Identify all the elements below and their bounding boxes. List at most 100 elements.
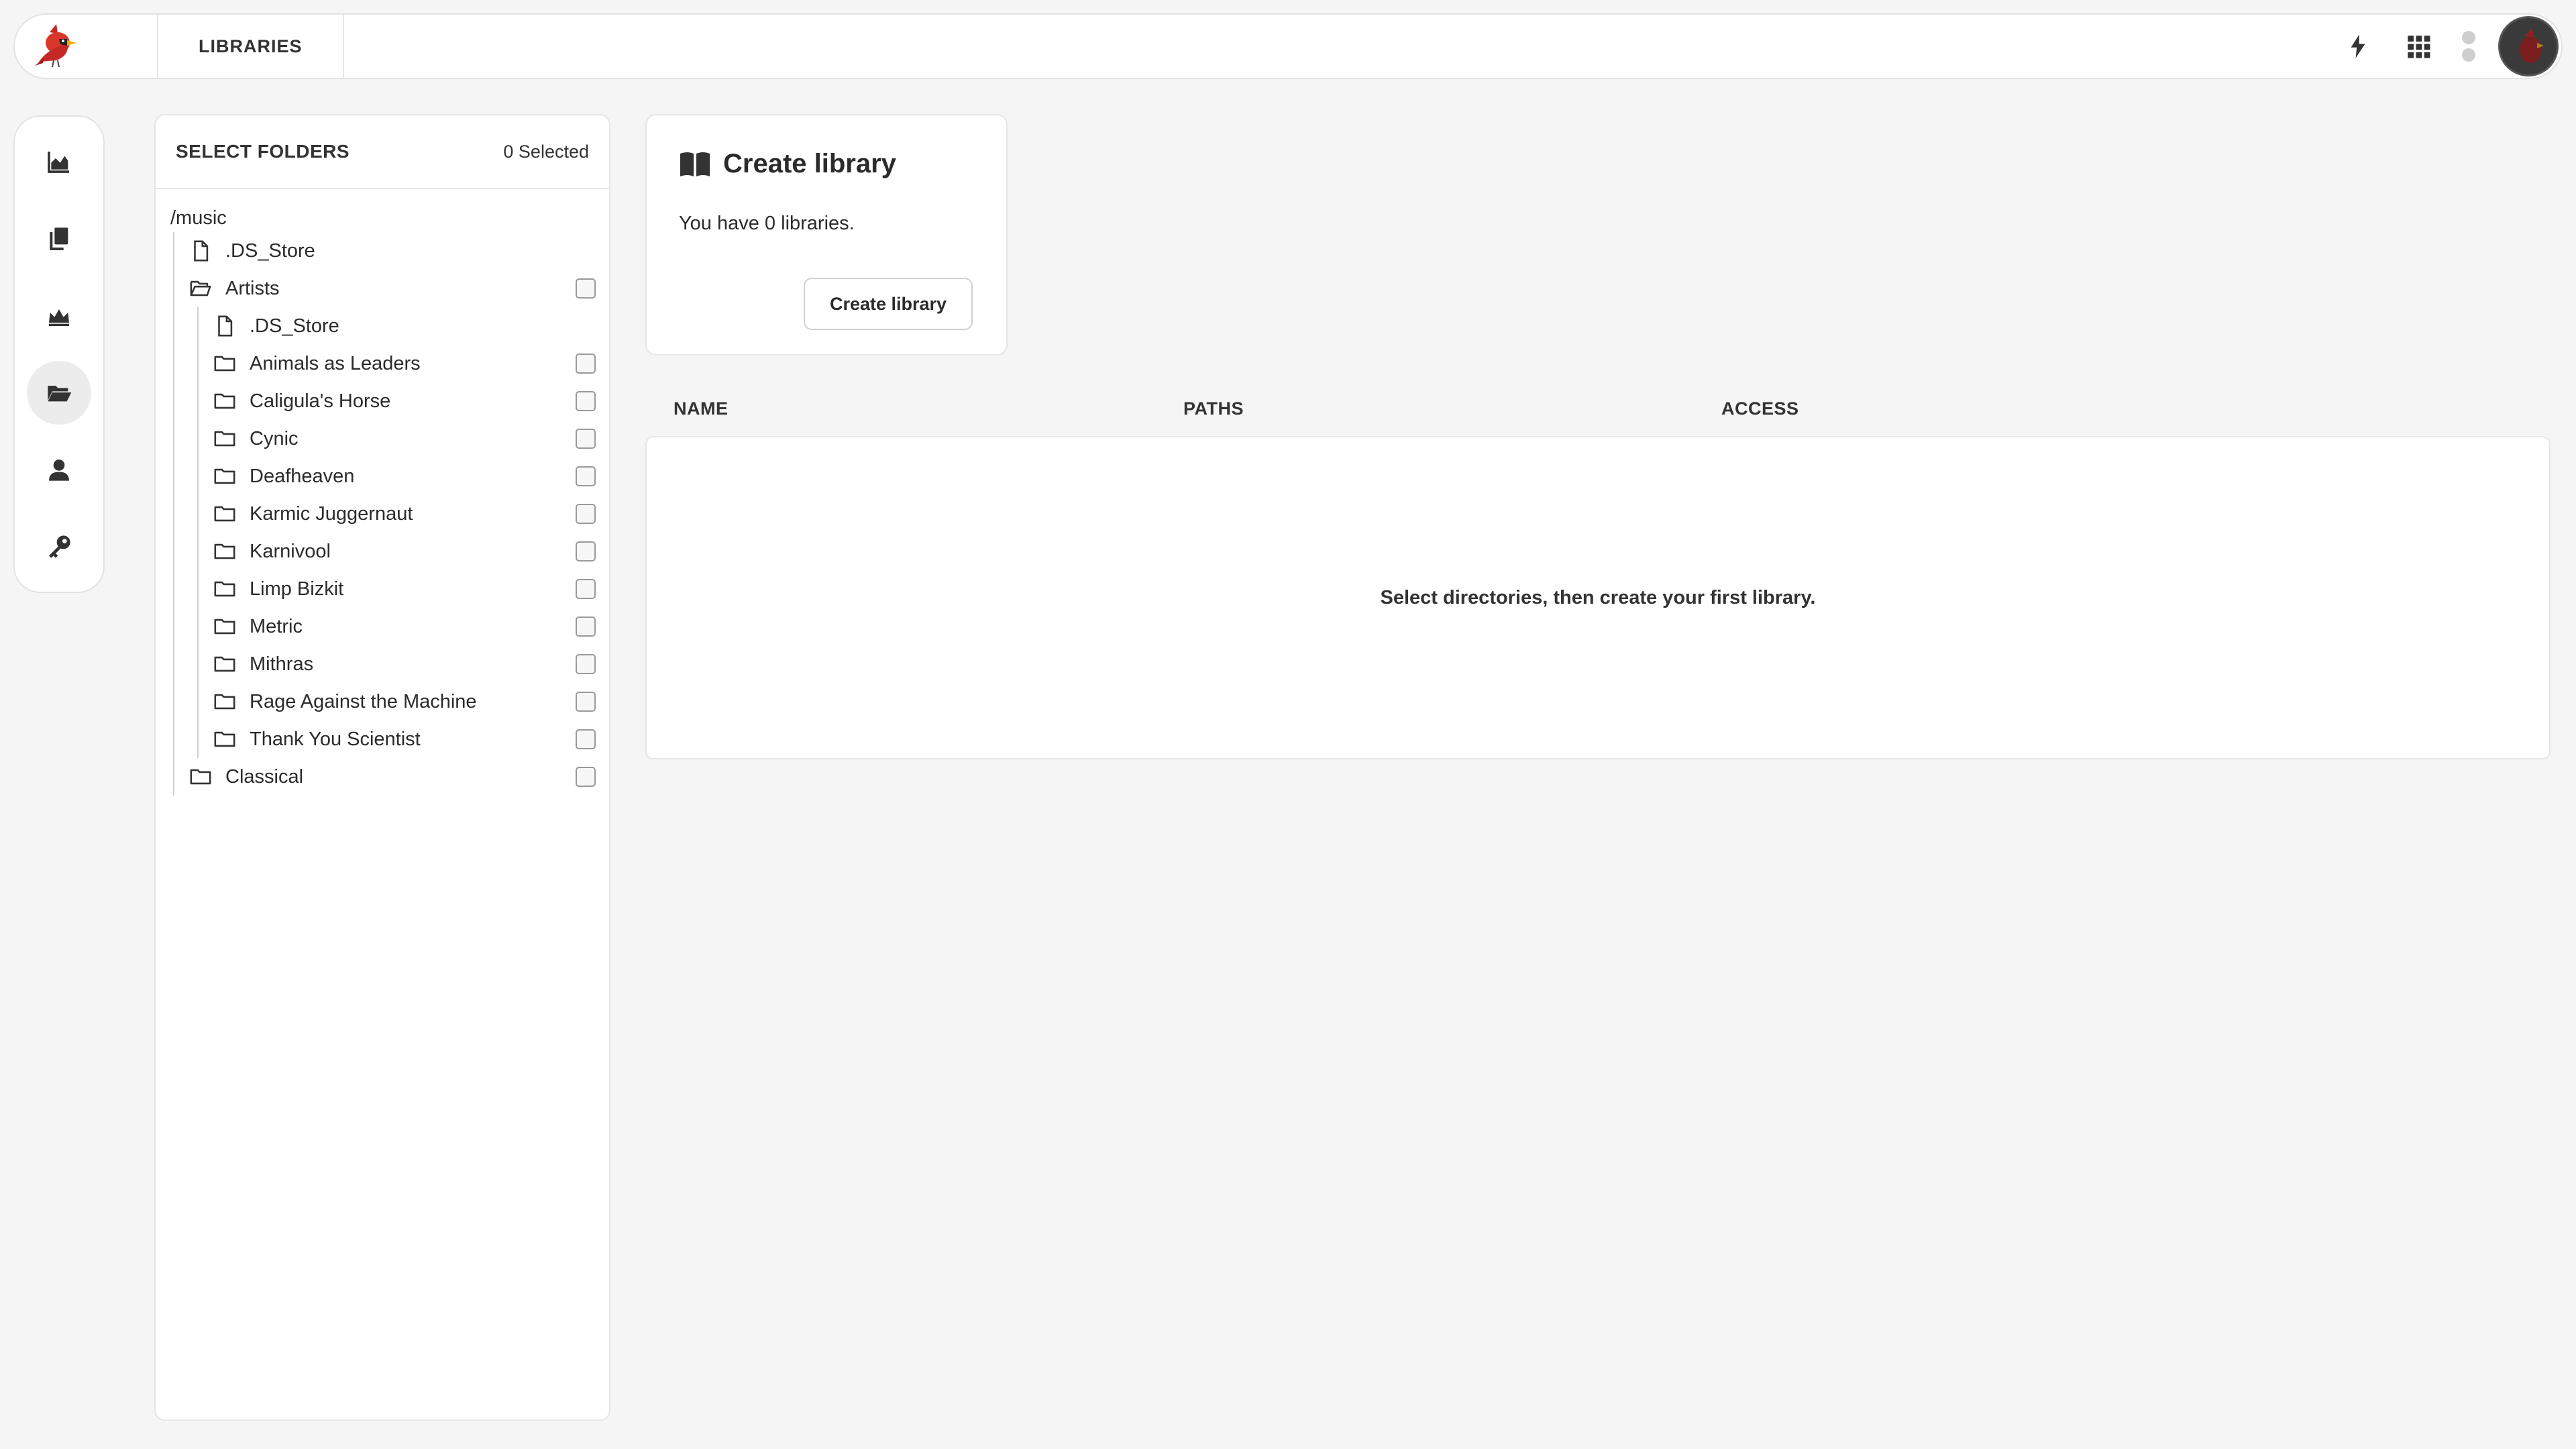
sidebar-item-documents[interactable] — [27, 207, 91, 271]
book-open-icon — [680, 152, 710, 176]
tree-folder-name: Karmic Juggernaut — [250, 502, 413, 525]
folder-icon — [213, 465, 236, 488]
tree-folder-name: Classical — [225, 765, 304, 788]
folder-checkbox[interactable] — [576, 692, 596, 712]
tree-file-name: .DS_Store — [225, 239, 315, 262]
folder-checkbox[interactable] — [576, 466, 596, 486]
create-library-button[interactable]: Create library — [804, 278, 973, 330]
column-header-access[interactable]: ACCESS — [1721, 398, 1799, 419]
libraries-table-empty: Select directories, then create your fir… — [645, 436, 2551, 759]
tree-folder-name: Karnivool — [250, 540, 331, 562]
folder-checkbox[interactable] — [576, 729, 596, 749]
status-dot-icon — [2462, 48, 2475, 62]
folder-icon — [213, 540, 236, 563]
tree-folder-row[interactable]: Animals as Leaders — [213, 345, 609, 382]
logo[interactable] — [15, 15, 158, 78]
top-bar: LIBRARIES — [13, 13, 2563, 79]
lightning-button[interactable] — [2328, 16, 2388, 76]
folder-checkbox[interactable] — [576, 579, 596, 599]
empty-state-message: Select directories, then create your fir… — [1380, 586, 1816, 608]
tree-folder-name: Rage Against the Machine — [250, 690, 477, 712]
tree-folder-row[interactable]: Rage Against the Machine — [213, 683, 609, 720]
tree-folder-row[interactable]: Limp Bizkit — [213, 570, 609, 608]
folder-checkbox[interactable] — [576, 278, 596, 299]
libraries-table-header: NAME PATHS ACCESS — [645, 389, 2551, 431]
cardinal-logo-icon — [35, 24, 76, 68]
file-icon — [189, 239, 212, 262]
tree-folder-row[interactable]: Deafheaven — [213, 458, 609, 495]
tree-folder-name: Artists — [225, 277, 280, 299]
tree-folder-row[interactable]: Metric — [213, 608, 609, 645]
tree-folder-row[interactable]: Caligula's Horse — [213, 382, 609, 420]
folder-icon — [213, 615, 236, 638]
crown-icon — [49, 309, 69, 326]
folder-checkbox[interactable] — [576, 354, 596, 374]
folder-checkbox[interactable] — [576, 429, 596, 449]
avatar[interactable] — [2498, 16, 2559, 76]
tree-folder-row-classical[interactable]: Classical — [189, 758, 609, 796]
tree-root-children: .DS_Store Artists .DS_Store Animals as L… — [173, 232, 609, 796]
selected-count: 0 Selected — [503, 141, 589, 162]
sidebar-nav — [13, 115, 105, 593]
tree-root-path[interactable]: /music — [170, 204, 609, 232]
column-header-name[interactable]: NAME — [674, 398, 729, 419]
sidebar-item-libraries[interactable] — [27, 361, 91, 425]
folder-icon — [189, 765, 212, 788]
lightning-icon — [2351, 34, 2365, 58]
tree-artists-children: .DS_Store Animals as Leaders Caligula's H… — [197, 307, 609, 758]
folder-open-icon — [189, 277, 212, 300]
status-dot-icon — [2462, 31, 2475, 44]
folder-icon — [213, 728, 236, 751]
folder-tree: /music .DS_Store Artists .DS_Store Anima… — [156, 189, 609, 796]
tree-folder-name: Cynic — [250, 427, 299, 449]
folder-checkbox[interactable] — [576, 616, 596, 637]
apps-grid-icon — [2408, 36, 2430, 58]
folder-icon — [213, 578, 236, 600]
tree-folder-row[interactable]: Mithras — [213, 645, 609, 683]
sidebar-item-stats[interactable] — [27, 130, 91, 194]
tree-folder-name: Mithras — [250, 653, 314, 675]
apps-button[interactable] — [2388, 16, 2449, 76]
folder-icon — [213, 390, 236, 413]
sidebar-item-users[interactable] — [27, 438, 91, 502]
folder-icon — [213, 502, 236, 525]
status-indicator — [2449, 31, 2489, 62]
tree-folder-row[interactable]: Thank You Scientist — [213, 720, 609, 758]
tab-libraries[interactable]: LIBRARIES — [158, 15, 344, 78]
folder-icon — [213, 352, 236, 375]
key-icon — [49, 535, 70, 558]
folder-panel-header: SELECT FOLDERS 0 Selected — [156, 115, 609, 189]
folder-selector-panel: SELECT FOLDERS 0 Selected /music .DS_Sto… — [154, 114, 610, 1421]
copy-icon — [50, 227, 68, 250]
tree-folder-name: Thank You Scientist — [250, 728, 421, 750]
create-library-title: Create library — [723, 149, 896, 178]
folder-checkbox[interactable] — [576, 767, 596, 787]
folder-panel-title: SELECT FOLDERS — [176, 141, 350, 162]
tree-folder-name: Metric — [250, 615, 303, 637]
folder-icon — [213, 427, 236, 450]
folder-checkbox[interactable] — [576, 654, 596, 674]
create-library-heading: Create library — [679, 149, 974, 179]
folder-icon — [213, 653, 236, 676]
library-count-text: You have 0 libraries. — [679, 213, 855, 234]
folder-icon — [213, 690, 236, 713]
sidebar-item-admin[interactable] — [27, 284, 91, 347]
tree-folder-row[interactable]: Cynic — [213, 420, 609, 458]
create-library-card: Create library You have 0 libraries. Cre… — [645, 114, 1008, 356]
tree-folder-row[interactable]: Karmic Juggernaut — [213, 495, 609, 533]
tree-file-name: .DS_Store — [250, 315, 339, 337]
folder-checkbox[interactable] — [576, 541, 596, 561]
tree-file-row[interactable]: .DS_Store — [213, 307, 609, 345]
tree-folder-name: Deafheaven — [250, 465, 355, 487]
user-icon — [49, 460, 69, 481]
file-icon — [213, 315, 236, 337]
column-header-paths[interactable]: PATHS — [1183, 398, 1244, 419]
tree-folder-row-artists[interactable]: Artists — [189, 270, 609, 307]
tree-folder-row[interactable]: Karnivool — [213, 533, 609, 570]
tree-file-row[interactable]: .DS_Store — [189, 232, 609, 270]
tree-folder-name: Caligula's Horse — [250, 390, 391, 412]
sidebar-item-keys[interactable] — [27, 515, 91, 578]
folder-checkbox[interactable] — [576, 504, 596, 524]
folder-checkbox[interactable] — [576, 391, 596, 411]
chart-area-icon — [48, 152, 69, 174]
